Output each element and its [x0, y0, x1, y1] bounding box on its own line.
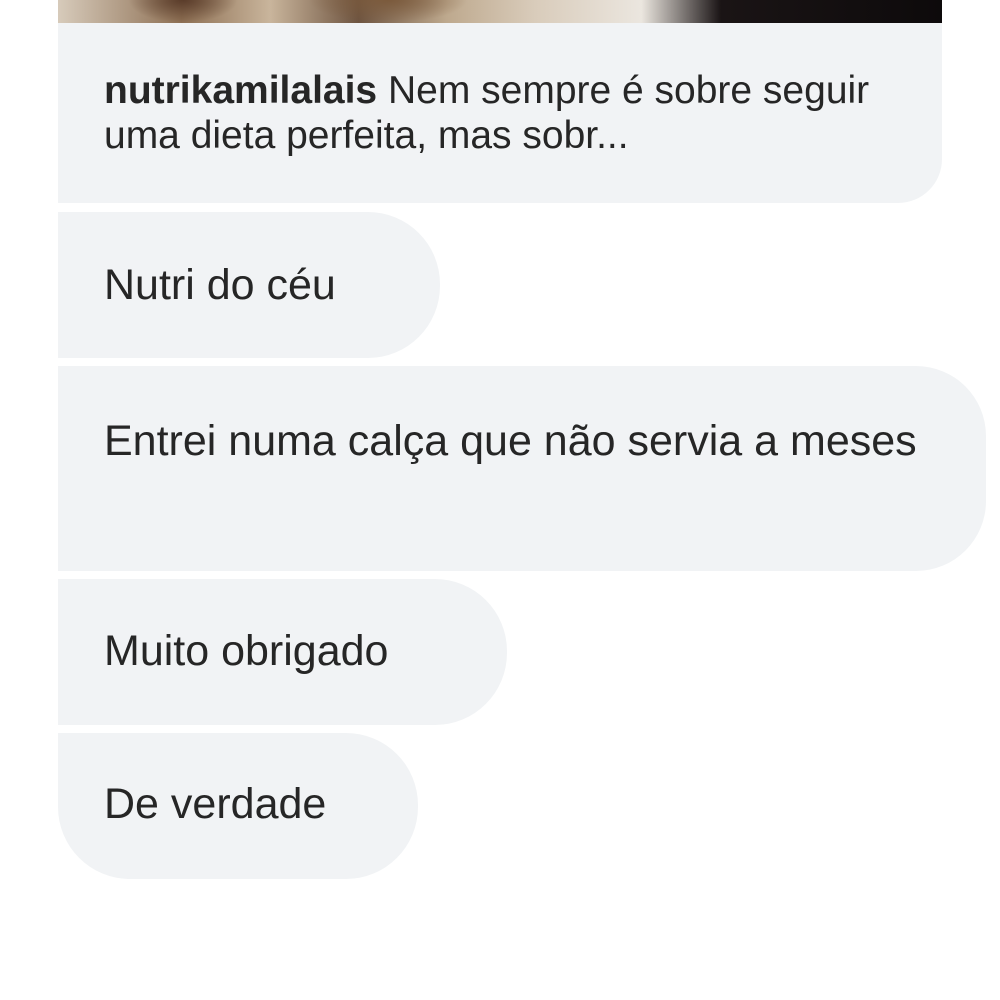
message-bubble[interactable]: Entrei numa calça que não servia a meses [58, 366, 986, 571]
message-text: Entrei numa calça que não servia a meses [104, 417, 917, 465]
message-bubble[interactable]: De verdade [58, 733, 418, 879]
message-bubble[interactable]: Nutri do céu [58, 212, 440, 358]
message-text: Nutri do céu [104, 261, 336, 309]
message-thread: nutrikamilalais Nem sempre é sobre segui… [0, 0, 1000, 1000]
post-caption: nutrikamilalais Nem sempre é sobre segui… [104, 68, 884, 158]
message-text: Muito obrigado [104, 627, 389, 675]
shared-post-card[interactable]: nutrikamilalais Nem sempre é sobre segui… [58, 0, 942, 203]
message-bubble[interactable]: Muito obrigado [58, 579, 507, 725]
post-image-preview[interactable] [58, 0, 942, 23]
food-image-detail [308, 0, 468, 23]
post-author-username[interactable]: nutrikamilalais [104, 69, 377, 112]
food-image-detail [128, 0, 238, 23]
message-text: De verdade [104, 780, 327, 828]
